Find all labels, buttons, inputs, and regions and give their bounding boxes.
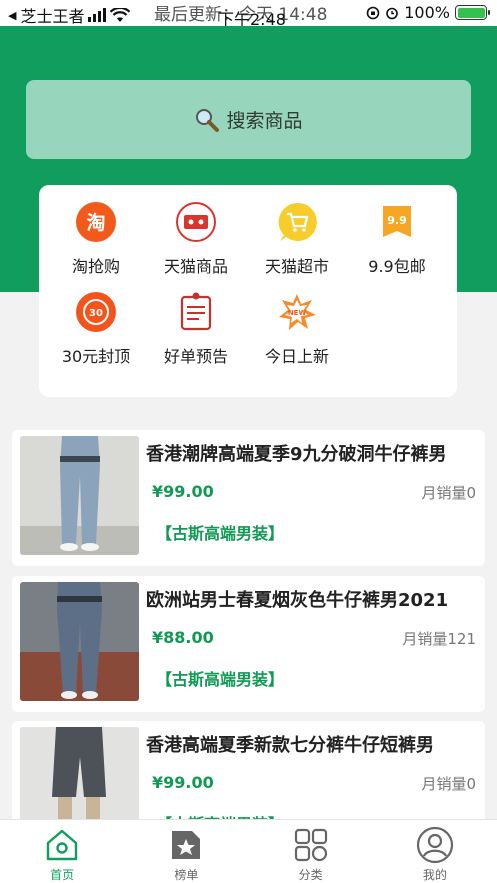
back-app-label[interactable]: 芝士王者 — [20, 3, 84, 27]
category-label: 天猫超市 — [264, 257, 329, 276]
category-item-tmall[interactable]: 天猫商品 — [146, 201, 246, 277]
product-monthly-sales: 月销量0 — [421, 775, 476, 793]
battery-icon — [455, 5, 490, 20]
notice-icon — [175, 291, 217, 333]
product-shop-name[interactable]: 【古斯高端男装】 — [156, 520, 284, 544]
category-label: 30元封顶 — [61, 347, 131, 366]
category-label: 好单预告 — [163, 347, 228, 366]
wifi-icon — [110, 7, 131, 22]
nav-home[interactable]: 首页 — [0, 820, 124, 883]
back-arrow-icon[interactable]: ◀ — [8, 9, 16, 22]
product-price: ¥99.00 — [152, 482, 214, 501]
category-item-9-9-free-shipping[interactable]: 9.9 9.9包邮 — [347, 201, 447, 277]
alarm-icon — [386, 7, 399, 19]
product-monthly-sales: 月销量121 — [402, 630, 476, 648]
product-title[interactable]: 欧洲站男士春夏烟灰色牛仔裤男2021 — [146, 586, 478, 612]
product-card[interactable]: 香港潮牌高端夏季9九分破洞牛仔裤男 ¥99.00 月销量0 【古斯高端男装】 — [12, 430, 485, 566]
nav-label: 我的 — [422, 868, 447, 882]
status-left: ◀ 芝士王者 — [8, 3, 131, 27]
product-title[interactable]: 香港潮牌高端夏季9九分破洞牛仔裤男 — [146, 440, 478, 466]
rotation-lock-icon — [366, 6, 380, 19]
category-item-tmall-supermarket[interactable]: 天猫超市 — [247, 201, 347, 277]
product-title[interactable]: 香港高端夏季新款七分裤牛仔短裤男 — [146, 731, 478, 757]
taobao-icon: 淘 — [75, 201, 117, 243]
status-right: 100% — [366, 3, 490, 22]
category-label: 淘抢购 — [71, 257, 120, 276]
nav-profile[interactable]: 我的 — [373, 820, 497, 883]
category-label: 今日上新 — [264, 347, 329, 366]
category-label: 9.9包邮 — [368, 257, 426, 276]
cart-icon — [276, 201, 318, 243]
product-price: ¥99.00 — [152, 773, 214, 792]
product-price: ¥88.00 — [152, 628, 214, 647]
product-card[interactable]: 欧洲站男士春夏烟灰色牛仔裤男2021 ¥88.00 月销量121 【古斯高端男装… — [12, 576, 485, 712]
category-item-new-today[interactable]: NEW 今日上新 — [247, 291, 347, 367]
search-placeholder: 搜索商品 — [226, 110, 303, 132]
category-item-good-deals-preview[interactable]: 好单预告 — [146, 291, 246, 367]
ranking-icon — [166, 826, 206, 864]
nav-label: 分类 — [298, 868, 323, 882]
tmall-icon — [175, 201, 217, 243]
battery-percent: 100% — [404, 3, 450, 22]
signal-icon — [88, 8, 107, 22]
profile-icon — [415, 826, 455, 864]
home-icon — [42, 826, 82, 864]
product-monthly-sales: 月销量0 — [421, 484, 476, 502]
nav-label: 榜单 — [174, 868, 199, 882]
category-item-taoqianggou[interactable]: 淘 淘抢购 — [46, 201, 146, 277]
category-grid-icon — [291, 826, 331, 864]
tag-glyph: 9.9 — [387, 214, 407, 227]
category-label: 天猫商品 — [163, 257, 228, 276]
nav-label: 首页 — [50, 868, 75, 882]
status-bar: ◀ 芝士王者 最后更新：今天 14:48 下午2:48 100% — [0, 0, 497, 29]
category-item-30-yuan[interactable]: 30 30元封顶 — [46, 291, 146, 367]
product-shop-name[interactable]: 【古斯高端男装】 — [156, 666, 284, 690]
search-bar[interactable]: 搜索商品 — [26, 80, 471, 159]
taobao-glyph: 淘 — [86, 211, 105, 234]
new-burst-icon: NEW — [276, 291, 318, 333]
30-glyph: 30 — [89, 308, 103, 319]
product-thumbnail[interactable] — [20, 436, 139, 555]
tag-icon: 9.9 — [376, 201, 418, 243]
new-glyph: NEW — [288, 309, 307, 317]
30-badge-icon: 30 — [75, 291, 117, 333]
category-card: 淘 淘抢购 天猫商品 天猫超市 9.9 9.9包邮 30 30元封顶 好单预告 — [39, 185, 457, 397]
nav-ranking[interactable]: 榜单 — [124, 820, 248, 883]
search-icon — [196, 108, 220, 132]
bottom-navigation: 首页 榜单 分类 我的 — [0, 819, 497, 883]
nav-category[interactable]: 分类 — [249, 820, 373, 883]
product-thumbnail[interactable] — [20, 582, 139, 701]
